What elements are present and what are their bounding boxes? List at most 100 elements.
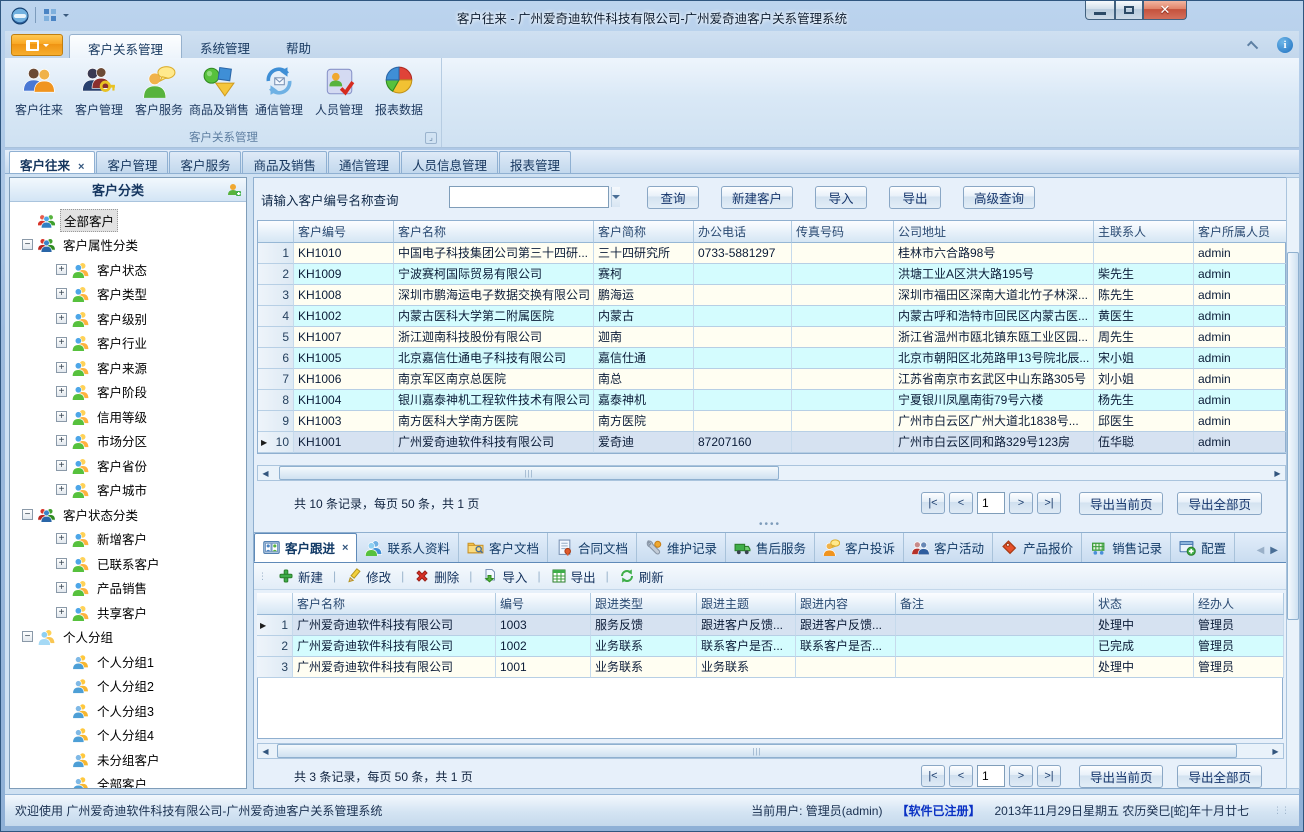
next-page-button[interactable]: >	[1009, 492, 1033, 514]
detail-tab-联系人资料[interactable]: 联系人资料	[357, 533, 459, 562]
ribbon-tab-系统管理[interactable]: 系统管理	[182, 34, 268, 58]
tree-item-个人分组1[interactable]: 个人分组1	[10, 649, 246, 674]
detail-tab-客户活动[interactable]: 客户活动	[904, 533, 993, 562]
ribbon-button-客户管理[interactable]: 客户管理	[69, 60, 129, 128]
collapse-icon[interactable]: −	[22, 239, 33, 250]
help-info-icon[interactable]: i	[1277, 37, 1293, 53]
column-header-备注[interactable]: 备注	[896, 593, 1094, 615]
tree-item-已联系客户[interactable]: +已联系客户	[10, 551, 246, 576]
column-header-传真号码[interactable]: 传真号码	[792, 221, 894, 243]
next-page-button[interactable]: >	[1009, 765, 1033, 787]
table-row[interactable]: 3广州爱奇迪软件科技有限公司1001业务联系业务联系处理中管理员	[257, 657, 1284, 678]
tree-settings-icon[interactable]	[226, 182, 242, 198]
last-page-button[interactable]: >|	[1037, 492, 1061, 514]
doc-tab-报表管理[interactable]: 报表管理	[499, 151, 571, 173]
detail-tab-客户投诉[interactable]: 客户投诉	[815, 533, 904, 562]
tree-item-客户阶段[interactable]: +客户阶段	[10, 380, 246, 405]
search-dropdown-button[interactable]	[611, 187, 620, 207]
ribbon-button-报表数据[interactable]: 报表数据	[369, 60, 429, 128]
customer-grid-hscrollbar[interactable]: ◀ ||| ▶	[257, 465, 1286, 481]
tab-scroll-left-icon[interactable]: ◀	[1257, 545, 1265, 556]
expand-icon[interactable]: +	[56, 264, 67, 275]
application-menu-button[interactable]	[11, 34, 63, 56]
detail-tab-客户文档[interactable]: 客户文档	[459, 533, 548, 562]
ribbon-button-通信管理[interactable]: 通信管理	[249, 60, 309, 128]
export-current-page-button[interactable]: 导出当前页	[1079, 492, 1164, 515]
column-header-跟进主题[interactable]: 跟进主题	[697, 593, 796, 615]
ribbon-button-客户往来[interactable]: 客户往来	[9, 60, 69, 128]
page-number-input[interactable]	[977, 765, 1005, 787]
tree-item-新增客户[interactable]: +新增客户	[10, 527, 246, 552]
高级查询-button[interactable]: 高级查询	[963, 186, 1035, 209]
导入-button[interactable]: 导入	[815, 186, 867, 209]
registered-link[interactable]: 【软件已注册】	[896, 802, 980, 819]
tree-item-客户状态[interactable]: +客户状态	[10, 257, 246, 282]
detail-tab-合同文档[interactable]: 合同文档	[548, 533, 637, 562]
column-header-跟进内容[interactable]: 跟进内容	[796, 593, 896, 615]
collapse-icon[interactable]: −	[22, 631, 33, 642]
page-number-input[interactable]	[977, 492, 1005, 514]
tree-item-客户属性分类[interactable]: −客户属性分类	[10, 233, 246, 258]
tree-item-未分组客户[interactable]: 未分组客户	[10, 747, 246, 772]
expand-icon[interactable]: +	[56, 460, 67, 471]
column-header-跟进类型[interactable]: 跟进类型	[591, 593, 697, 615]
prev-page-button[interactable]: <	[949, 492, 973, 514]
column-header-客户名称[interactable]: 客户名称	[394, 221, 594, 243]
search-input[interactable]	[450, 187, 611, 207]
doc-tab-客户往来[interactable]: 客户往来×	[9, 151, 95, 173]
tree-item-个人分组[interactable]: −个人分组	[10, 625, 246, 650]
tab-scroll-right-icon[interactable]: ▶	[1270, 545, 1278, 556]
scroll-right-icon[interactable]: ▶	[1268, 744, 1283, 758]
column-header-客户简称[interactable]: 客户简称	[594, 221, 694, 243]
export-all-pages-button[interactable]: 导出全部页	[1177, 492, 1262, 515]
tree-item-产品销售[interactable]: +产品销售	[10, 576, 246, 601]
tree-item-客户来源[interactable]: +客户来源	[10, 355, 246, 380]
tree-item-个人分组3[interactable]: 个人分组3	[10, 698, 246, 723]
table-row[interactable]: 3KH1008深圳市鹏海运电子数据交换有限公司鹏海运深圳市福田区深南大道北竹子林…	[258, 285, 1285, 306]
table-row[interactable]: ▶10KH1001广州爱奇迪软件科技有限公司爱奇迪87207160广州市白云区同…	[258, 432, 1285, 453]
expand-icon[interactable]: +	[56, 435, 67, 446]
detail-tab-配置[interactable]: 配置	[1171, 533, 1235, 562]
table-row[interactable]: 7KH1006南京军区南京总医院南总江苏省南京市玄武区中山东路305号刘小姐ad…	[258, 369, 1285, 390]
column-header-经办人[interactable]: 经办人	[1194, 593, 1284, 615]
doc-tab-商品及销售[interactable]: 商品及销售	[242, 151, 327, 173]
expand-icon[interactable]: +	[56, 582, 67, 593]
expand-icon[interactable]: +	[56, 558, 67, 569]
tree-item-客户状态分类[interactable]: −客户状态分类	[10, 502, 246, 527]
tree-item-客户行业[interactable]: +客户行业	[10, 331, 246, 356]
panel-splitter[interactable]: ••••	[254, 521, 1286, 529]
column-header-客户编号[interactable]: 客户编号	[294, 221, 394, 243]
resize-grip[interactable]: ⋮⋮	[1273, 805, 1289, 816]
导出-button[interactable]: 导出	[545, 565, 602, 588]
tree-item-客户省份[interactable]: +客户省份	[10, 453, 246, 478]
删除-button[interactable]: 删除	[408, 565, 465, 588]
prev-page-button[interactable]: <	[949, 765, 973, 787]
expand-icon[interactable]: +	[56, 411, 67, 422]
tree-item-全部客户[interactable]: 全部客户	[10, 208, 246, 233]
first-page-button[interactable]: |<	[921, 765, 945, 787]
detail-tab-销售记录[interactable]: 销售记录	[1082, 533, 1171, 562]
导出-button[interactable]: 导出	[889, 186, 941, 209]
column-header-状态[interactable]: 状态	[1094, 593, 1194, 615]
content-vscrollbar[interactable]	[1286, 177, 1300, 789]
tree-item-客户类型[interactable]: +客户类型	[10, 282, 246, 307]
expand-icon[interactable]: +	[56, 362, 67, 373]
tree-item-个人分组2[interactable]: 个人分组2	[10, 674, 246, 699]
first-page-button[interactable]: |<	[921, 492, 945, 514]
table-row[interactable]: 5KH1007浙江迦南科技股份有限公司迦南浙江省温州市瓯北镇东瓯工业区园...周…	[258, 327, 1285, 348]
table-row[interactable]: 8KH1004银川嘉泰神机工程软件技术有限公司嘉泰神机宁夏银川凤凰南街79号六楼…	[258, 390, 1285, 411]
新建-button[interactable]: 新建	[272, 565, 329, 588]
scroll-thumb[interactable]	[1287, 252, 1299, 620]
expand-icon[interactable]: +	[56, 288, 67, 299]
minimize-button[interactable]	[1085, 1, 1115, 20]
ribbon-button-人员管理[interactable]: 人员管理	[309, 60, 369, 128]
scroll-left-icon[interactable]: ◀	[258, 466, 273, 480]
export-all-pages-button[interactable]: 导出全部页	[1177, 765, 1262, 788]
table-row[interactable]: 1KH1010中国电子科技集团公司第三十四研...三十四研究所0733-5881…	[258, 243, 1285, 264]
tree-item-个人分组4[interactable]: 个人分组4	[10, 723, 246, 748]
ribbon-button-商品及销售[interactable]: 商品及销售	[189, 60, 249, 128]
tree-item-市场分区[interactable]: +市场分区	[10, 429, 246, 454]
close-button[interactable]: ✕	[1143, 1, 1187, 20]
table-row[interactable]: 4KH1002内蒙古医科大学第二附属医院内蒙古内蒙古呼和浩特市回民区内蒙古医..…	[258, 306, 1285, 327]
column-header-客户名称[interactable]: 客户名称	[293, 593, 496, 615]
